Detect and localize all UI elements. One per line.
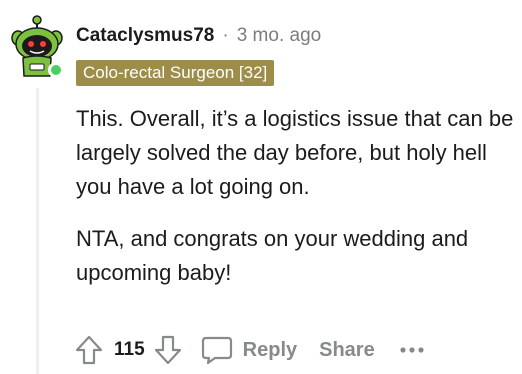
arrow-down-icon bbox=[154, 335, 181, 365]
comment-actions: 115 Reply Share bbox=[72, 330, 425, 370]
arrow-up-icon bbox=[75, 335, 103, 365]
separator-dot: · bbox=[222, 25, 229, 46]
thread-line[interactable] bbox=[36, 88, 39, 374]
more-options-button[interactable] bbox=[399, 345, 425, 355]
vote-score: 115 bbox=[114, 339, 145, 360]
downvote-button[interactable] bbox=[151, 332, 185, 368]
timestamp[interactable]: 3 mo. ago bbox=[237, 25, 322, 47]
reply-label: Reply bbox=[242, 338, 298, 361]
upvote-button[interactable] bbox=[72, 332, 106, 368]
online-status-dot bbox=[48, 62, 64, 78]
comment-paragraph: NTA, and congrats on your wedding and up… bbox=[76, 226, 469, 285]
comment-paragraph: This. Overall, it’s a logistics issue th… bbox=[76, 106, 514, 199]
comment-header: Cataclysmus78 · 3 mo. ago bbox=[76, 23, 321, 49]
ellipsis-icon bbox=[400, 347, 424, 353]
comment-body: This. Overall, it’s a logistics issue th… bbox=[76, 102, 516, 308]
username[interactable]: Cataclysmus78 bbox=[76, 25, 214, 47]
user-flair: Colo-rectal Surgeon [32] bbox=[76, 60, 275, 86]
comment: Cataclysmus78 · 3 mo. ago Colo-rectal Su… bbox=[0, 0, 522, 374]
speech-bubble-icon bbox=[201, 336, 232, 365]
reply-button[interactable]: Reply bbox=[201, 335, 297, 365]
share-button[interactable]: Share bbox=[319, 339, 375, 362]
